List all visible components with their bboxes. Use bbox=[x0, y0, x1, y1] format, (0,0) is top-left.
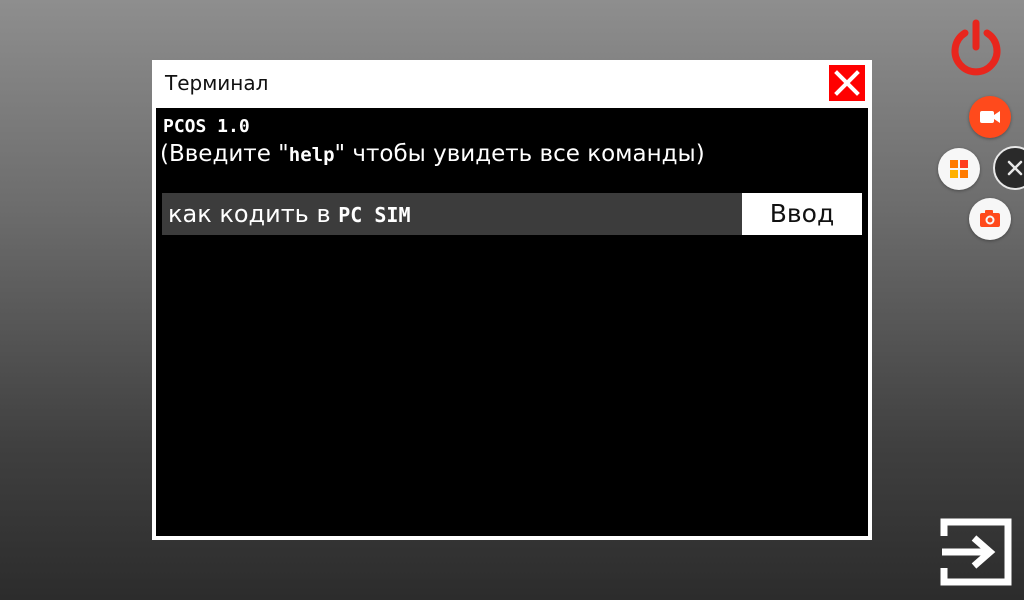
window-title: Терминал bbox=[165, 71, 269, 95]
exit-button[interactable] bbox=[938, 516, 1014, 588]
close-button[interactable] bbox=[829, 65, 865, 101]
title-bar: Терминал bbox=[152, 60, 872, 106]
apps-grid-icon bbox=[950, 160, 968, 178]
command-input-text: как кодить в bbox=[168, 200, 339, 228]
close-icon bbox=[1007, 160, 1023, 176]
help-hint-line: (Введите "help" чтобы увидеть все команд… bbox=[160, 140, 705, 169]
hint-prefix: (Введите " bbox=[160, 141, 289, 167]
exit-icon bbox=[940, 518, 1012, 586]
terminal-output: PCOS 1.0 (Введите "help" чтобы увидеть в… bbox=[156, 108, 868, 536]
screenshot-button[interactable] bbox=[969, 198, 1011, 240]
power-button[interactable] bbox=[946, 18, 1006, 78]
record-button[interactable] bbox=[969, 96, 1011, 138]
apps-button[interactable] bbox=[938, 148, 980, 190]
hint-command: help bbox=[288, 144, 335, 166]
os-version-line: PCOS 1.0 bbox=[163, 116, 250, 137]
close-icon bbox=[834, 70, 860, 96]
command-input[interactable]: как кодить в PC SIM bbox=[162, 193, 742, 235]
close-panel-button[interactable] bbox=[993, 146, 1024, 190]
hint-suffix: " чтобы увидеть все команды) bbox=[334, 141, 705, 167]
power-icon bbox=[951, 19, 1001, 76]
command-input-highlight: PC SIM bbox=[338, 203, 411, 227]
camera-icon bbox=[980, 210, 1000, 227]
video-camera-icon bbox=[980, 111, 1000, 123]
enter-button[interactable]: Ввод bbox=[742, 193, 862, 235]
terminal-window: Терминал PCOS 1.0 (Введите "help" чтобы … bbox=[152, 60, 872, 540]
